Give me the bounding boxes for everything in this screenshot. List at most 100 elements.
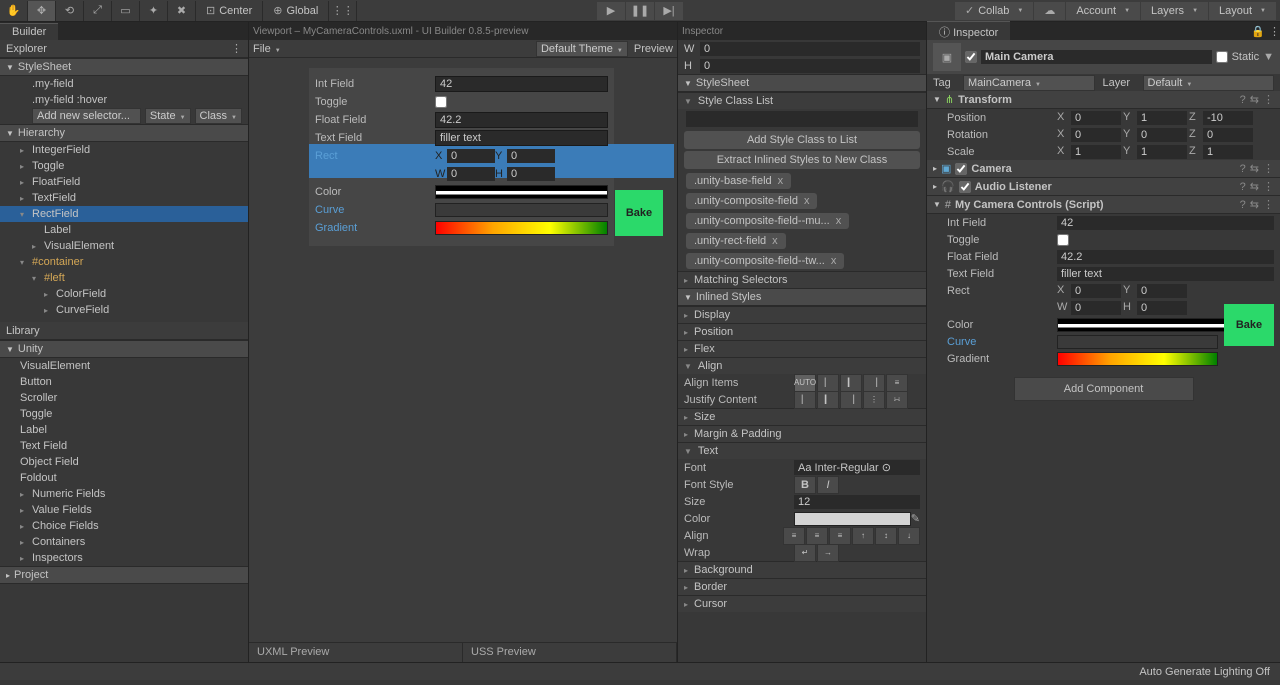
- viewport-canvas[interactable]: Int Field42 Toggle Float Field42.2 Text …: [249, 58, 677, 642]
- add-class-button[interactable]: Add Style Class to List: [684, 131, 920, 149]
- panel-menu-icon[interactable]: ⋮: [231, 42, 242, 55]
- active-checkbox[interactable]: [965, 51, 977, 63]
- script-component[interactable]: ▼#My Camera Controls (Script)?⇆⋮: [927, 196, 1280, 214]
- int-field-input[interactable]: 42: [435, 76, 608, 92]
- preset-icon[interactable]: ⇆: [1250, 93, 1259, 106]
- rot-z-input[interactable]: 0: [1203, 128, 1253, 142]
- builder-tab[interactable]: Builder: [0, 23, 58, 40]
- valign-bot-icon[interactable]: ↓: [898, 527, 920, 545]
- library-item[interactable]: ▸Numeric Fields: [0, 486, 248, 502]
- text-color-field[interactable]: [794, 512, 911, 526]
- help-icon[interactable]: ?: [1240, 94, 1246, 106]
- inspector-tab[interactable]: ⓘ Inspector: [927, 21, 1010, 42]
- rect-tool-icon[interactable]: ▭: [112, 1, 140, 21]
- text-foldout[interactable]: ▼Text: [678, 442, 926, 459]
- library-item[interactable]: Button: [0, 374, 248, 390]
- step-button[interactable]: ▶|: [655, 2, 683, 20]
- rect-x-input[interactable]: 0: [447, 149, 495, 163]
- float-field-input[interactable]: 42.2: [435, 112, 608, 128]
- rect-x-input[interactable]: 0: [1071, 284, 1121, 298]
- justify-around-icon[interactable]: ∺: [886, 391, 908, 409]
- hierarchy-item[interactable]: ▾#container: [0, 254, 248, 270]
- align-center-icon[interactable]: ▎: [840, 374, 862, 392]
- play-button[interactable]: ▶: [597, 2, 625, 20]
- bake-button[interactable]: Bake: [615, 190, 663, 236]
- layer-dropdown[interactable]: Default: [1143, 75, 1275, 91]
- pause-button[interactable]: ❚❚: [626, 2, 654, 20]
- library-item[interactable]: VisualElement: [0, 358, 248, 374]
- pos-z-input[interactable]: -10: [1203, 111, 1253, 125]
- class-chip[interactable]: .unity-base-fieldx: [686, 173, 791, 189]
- rect-h-input[interactable]: 0: [507, 167, 555, 181]
- rot-x-input[interactable]: 0: [1071, 128, 1121, 142]
- scale-z-input[interactable]: 1: [1203, 145, 1253, 159]
- camera-component[interactable]: ▸▣Camera?⇆⋮: [927, 160, 1280, 178]
- rect-y-input[interactable]: 0: [507, 149, 555, 163]
- text-field-input[interactable]: filler text: [1057, 267, 1274, 281]
- library-item[interactable]: ▸Value Fields: [0, 502, 248, 518]
- rot-y-input[interactable]: 0: [1137, 128, 1187, 142]
- color-field[interactable]: [435, 185, 608, 199]
- class-chip[interactable]: .unity-composite-field--tw...x: [686, 253, 844, 269]
- align-auto-button[interactable]: AUTO: [794, 374, 816, 392]
- valign-mid-icon[interactable]: ↕: [875, 527, 897, 545]
- align-stretch-icon[interactable]: ≡: [886, 374, 908, 392]
- library-item[interactable]: Scroller: [0, 390, 248, 406]
- library-item[interactable]: ▸Inspectors: [0, 550, 248, 566]
- italic-button[interactable]: I: [817, 476, 839, 494]
- toggle-checkbox[interactable]: [1057, 234, 1069, 246]
- valign-top-icon[interactable]: ↑: [852, 527, 874, 545]
- class-input[interactable]: [686, 111, 918, 127]
- hierarchy-item[interactable]: ▸VisualElement: [0, 238, 248, 254]
- cloud-icon[interactable]: ☁: [1034, 2, 1065, 20]
- size-foldout[interactable]: ▸Size: [678, 408, 926, 425]
- wrap-nowrap-icon[interactable]: →: [817, 544, 839, 562]
- toggle-checkbox[interactable]: [435, 96, 447, 108]
- gradient-field[interactable]: [1057, 352, 1218, 366]
- wrap-normal-icon[interactable]: ↵: [794, 544, 816, 562]
- remove-class-icon[interactable]: x: [772, 235, 778, 247]
- hierarchy-item[interactable]: ▸CurveField: [0, 302, 248, 318]
- hierarchy-item-selected[interactable]: ▾RectField: [0, 206, 248, 222]
- hierarchy-item[interactable]: ▸TextField: [0, 190, 248, 206]
- custom-tool-icon[interactable]: ✖: [168, 1, 196, 21]
- align-left-icon[interactable]: ≡: [783, 527, 805, 545]
- lock-icon[interactable]: 🔒: [1247, 25, 1269, 38]
- gradient-field[interactable]: [435, 221, 608, 235]
- class-chip[interactable]: .unity-rect-fieldx: [686, 233, 786, 249]
- remove-class-icon[interactable]: x: [778, 175, 784, 187]
- justify-end-icon[interactable]: ▕: [840, 391, 862, 409]
- theme-dropdown[interactable]: Default Theme: [536, 41, 628, 57]
- camera-enabled-checkbox[interactable]: [955, 163, 967, 175]
- static-checkbox[interactable]: [1216, 51, 1228, 63]
- library-item[interactable]: Foldout: [0, 470, 248, 486]
- uxml-preview-header[interactable]: UXML Preview: [249, 643, 463, 662]
- border-foldout[interactable]: ▸Border: [678, 578, 926, 595]
- hierarchy-item[interactable]: ▾#left: [0, 270, 248, 286]
- layout-menu[interactable]: Layout: [1209, 2, 1276, 20]
- preview-button[interactable]: Preview: [634, 43, 673, 55]
- justify-start-icon[interactable]: ▏: [794, 391, 816, 409]
- panel-menu-icon[interactable]: ⋮: [1269, 25, 1280, 38]
- rect-w-input[interactable]: 0: [1071, 301, 1121, 315]
- hierarchy-item[interactable]: ▸ColorField: [0, 286, 248, 302]
- text-field-input[interactable]: filler text: [435, 130, 608, 146]
- unity-library-section[interactable]: ▼Unity: [0, 340, 248, 358]
- curve-field[interactable]: [435, 203, 608, 217]
- remove-class-icon[interactable]: x: [831, 255, 837, 267]
- background-foldout[interactable]: ▸Background: [678, 561, 926, 578]
- menu-icon[interactable]: ⋮: [1263, 93, 1274, 106]
- library-item[interactable]: Label: [0, 422, 248, 438]
- uss-preview-header[interactable]: USS Preview: [463, 643, 677, 662]
- hierarchy-section[interactable]: ▼Hierarchy: [0, 124, 248, 142]
- library-item[interactable]: ▸Containers: [0, 534, 248, 550]
- font-field[interactable]: Aa Inter-Regular ⊙: [794, 460, 920, 475]
- global-local-toggle[interactable]: ⊕Global: [263, 1, 329, 21]
- rotate-tool-icon[interactable]: ⟲: [56, 1, 84, 21]
- snap-icon[interactable]: ⋮⋮: [329, 1, 357, 21]
- scale-tool-icon[interactable]: ⤢: [84, 1, 112, 21]
- hierarchy-item[interactable]: ▸FloatField: [0, 174, 248, 190]
- library-item[interactable]: ▸Choice Fields: [0, 518, 248, 534]
- matching-selectors-foldout[interactable]: ▸Matching Selectors: [678, 271, 926, 288]
- inlined-styles-section[interactable]: ▼Inlined Styles: [678, 288, 926, 306]
